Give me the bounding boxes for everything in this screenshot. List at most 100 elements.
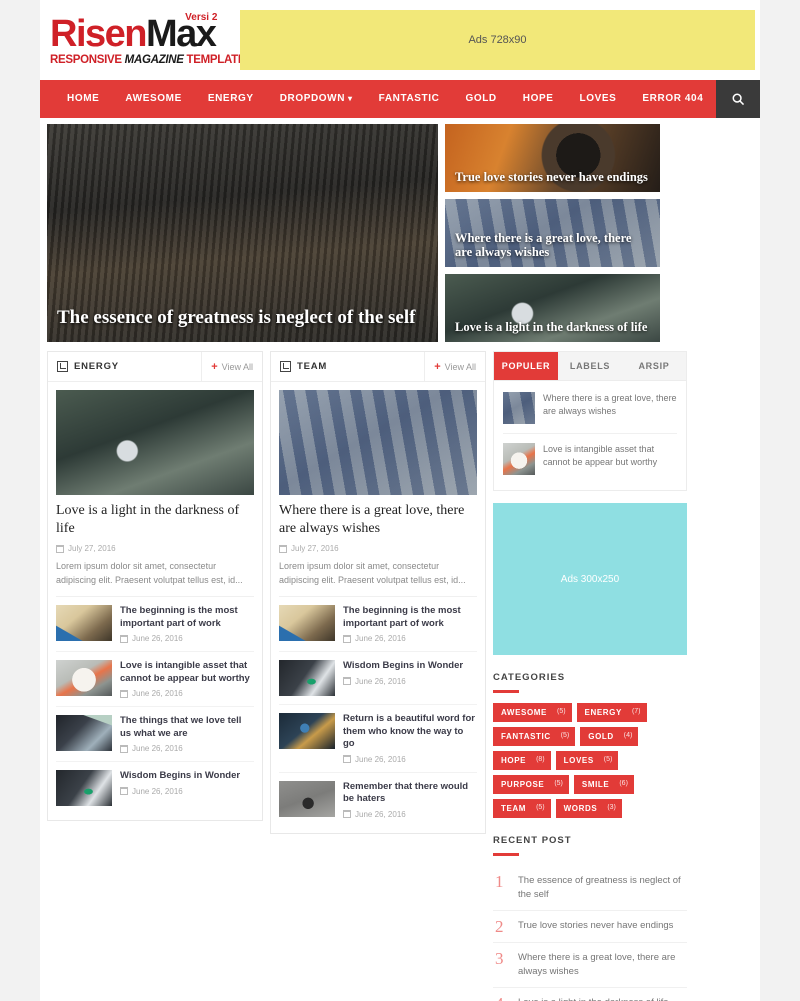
logo-primary-text: Risen — [50, 12, 147, 55]
list-item-thumbnail — [279, 713, 335, 749]
popular-item[interactable]: Love is intangible asset that cannot be … — [503, 434, 677, 484]
list-item[interactable]: Wisdom Begins in Wonder June 26, 2016 — [279, 652, 477, 705]
list-item[interactable]: The things that we love tell us what we … — [56, 707, 254, 762]
nav-item-awesome[interactable]: AWESOME — [112, 80, 194, 118]
list-item-thumbnail-inner — [56, 605, 112, 641]
logo-tagline: RESPONSIVE MAGAZINE TEMPLATE — [50, 53, 246, 66]
category-chip-awesome[interactable]: AWESOME (5) — [493, 703, 572, 722]
recent-post-item[interactable]: 1 The essence of greatness is neglect of… — [493, 866, 687, 911]
recent-post-number: 4 — [495, 995, 509, 1001]
recent-post-item[interactable]: 2 True love stories never have endings — [493, 911, 687, 943]
hero-side-card[interactable]: Love is a light in the darkness of life — [445, 274, 660, 342]
category-chip-label: PURPOSE — [501, 780, 545, 789]
column-team: TEAM + View All Where there is a great lo… — [270, 351, 486, 834]
nav-menu-list: HOME AWESOME ENERGY DROPDOWN ▾ FANTASTIC GOLD H… — [40, 80, 717, 118]
calendar-icon — [120, 744, 128, 753]
nav-item-energy[interactable]: ENERGY — [195, 80, 267, 118]
site-container: RisenMax Versi 2 RESPONSIVE MAGAZINE TEM… — [40, 0, 760, 1001]
list-item-date: June 26, 2016 — [120, 787, 254, 796]
feature-title[interactable]: Love is a light in the darkness of life — [56, 502, 254, 538]
category-chip-gold[interactable]: GOLD (4) — [580, 727, 639, 746]
category-chip-team[interactable]: TEAM (5) — [493, 799, 551, 818]
popular-item[interactable]: Where there is a great love, there are a… — [503, 383, 677, 434]
feature-image-inner — [279, 390, 477, 495]
hero-side-card[interactable]: True love stories never have endings — [445, 124, 660, 192]
list-item[interactable]: The beginning is the most important part… — [279, 597, 477, 652]
list-item-text: The beginning is the most important part… — [120, 605, 254, 643]
feature-image[interactable] — [279, 390, 477, 495]
category-chip-loves[interactable]: LOVES (5) — [555, 751, 619, 770]
recent-post-number: 2 — [495, 917, 504, 936]
category-chip-smile[interactable]: SMILE (6) — [573, 775, 634, 794]
list-item-thumbnail — [56, 605, 112, 641]
page-root: RisenMax Versi 2 RESPONSIVE MAGAZINE TEM… — [0, 0, 800, 1001]
section-title: ENERGY — [74, 361, 119, 372]
nav-item-error-404[interactable]: ERROR 404 — [629, 80, 716, 118]
category-chip-purpose[interactable]: PURPOSE (5) — [493, 775, 569, 794]
list-item-title: Return is a beautiful word for them who … — [343, 713, 475, 749]
list-item[interactable]: Return is a beautiful word for them who … — [279, 705, 477, 773]
list-item-title: Love is intangible asset that cannot be … — [120, 660, 250, 684]
list-item-thumbnail — [279, 780, 335, 817]
search-icon — [732, 93, 745, 106]
feature-image-inner — [56, 390, 254, 495]
recent-post-title: The essence of greatness is neglect of t… — [518, 875, 681, 900]
article-list: The beginning is the most important part… — [56, 596, 254, 814]
list-item-title: The beginning is the most important part… — [120, 605, 238, 629]
category-chip-count: (3) — [607, 804, 616, 811]
recent-post-title: Love is a light in the darkness of life — [518, 996, 669, 1001]
nav-item-gold[interactable]: GOLD — [452, 80, 509, 118]
category-chip-fantastic[interactable]: FANTASTIC (5) — [493, 727, 576, 746]
list-item-thumbnail — [56, 770, 112, 806]
category-chip-label: AWESOME — [501, 708, 547, 717]
list-item[interactable]: The beginning is the most important part… — [56, 597, 254, 652]
list-item-text: Love is intangible asset that cannot be … — [120, 660, 254, 698]
tab-labels[interactable]: LABELS — [558, 352, 622, 380]
popular-item-thumbnail — [503, 443, 535, 475]
category-chip-words[interactable]: WORDS (3) — [555, 799, 622, 818]
tagline-part-template: TEMPLATE — [183, 53, 246, 66]
view-all-button[interactable]: + View All — [201, 351, 262, 382]
feature-title[interactable]: Where there is a great love, there are a… — [279, 502, 477, 538]
nav-item-home[interactable]: HOME — [54, 80, 112, 118]
ad-banner-top[interactable]: Ads 728x90 — [240, 10, 755, 70]
search-button[interactable] — [716, 80, 760, 118]
category-chip-energy[interactable]: ENERGY (7) — [576, 703, 647, 722]
list-item-thumbnail-inner — [279, 605, 335, 641]
popular-item-thumbnail-inner — [503, 392, 535, 424]
list-item-date: June 26, 2016 — [120, 689, 254, 698]
site-logo[interactable]: RisenMax Versi 2 RESPONSIVE MAGAZINE TEM… — [40, 12, 246, 66]
popular-item-thumbnail — [503, 392, 535, 424]
category-chip-count: (8) — [536, 756, 545, 763]
list-item-text: Wisdom Begins in Wonder June 26, 2016 — [343, 660, 477, 696]
list-item[interactable]: Love is intangible asset that cannot be … — [56, 652, 254, 707]
list-item-text: Remember that there would be haters June… — [343, 781, 477, 819]
list-item-date: June 26, 2016 — [120, 744, 254, 753]
ad-banner-sidebar[interactable]: Ads 300x250 — [493, 503, 687, 655]
article-list: The beginning is the most important part… — [279, 596, 477, 827]
section-body: Love is a light in the darkness of life … — [48, 382, 262, 820]
tab-populer[interactable]: POPULER — [494, 352, 558, 380]
nav-item-loves[interactable]: LOVES — [567, 80, 630, 118]
category-chip-hope[interactable]: HOPE (8) — [493, 751, 551, 770]
nav-item-dropdown[interactable]: DROPDOWN ▾ — [267, 80, 366, 118]
nav-item-hope[interactable]: HOPE — [510, 80, 567, 118]
calendar-icon — [279, 544, 287, 553]
list-item[interactable]: Wisdom Begins in Wonder June 26, 2016 — [56, 762, 254, 814]
recent-post-item[interactable]: 4 Love is a light in the darkness of lif… — [493, 988, 687, 1001]
tagline-part-magazine: MAGAZINE — [124, 53, 184, 66]
nav-item-fantastic[interactable]: FANTASTIC — [366, 80, 453, 118]
view-all-button[interactable]: + View All — [424, 351, 485, 382]
feature-excerpt: Lorem ipsum dolor sit amet, consectetur … — [279, 561, 466, 585]
hero-side-card[interactable]: Where there is a great love, there are a… — [445, 199, 660, 267]
content-grid: ENERGY + View All Love is a light in the … — [40, 342, 760, 1001]
category-chip-label: TEAM — [501, 804, 527, 813]
feature-image[interactable] — [56, 390, 254, 495]
hero-main-card[interactable]: The essence of greatness is neglect of t… — [47, 124, 438, 342]
list-item[interactable]: Remember that there would be haters June… — [279, 773, 477, 827]
list-item-thumbnail — [56, 715, 112, 751]
recent-post-item[interactable]: 3 Where there is a great love, there are… — [493, 943, 687, 988]
section-header: TEAM + View All — [271, 351, 485, 382]
calendar-icon — [120, 634, 128, 643]
tab-arsip[interactable]: ARSIP — [622, 352, 686, 380]
